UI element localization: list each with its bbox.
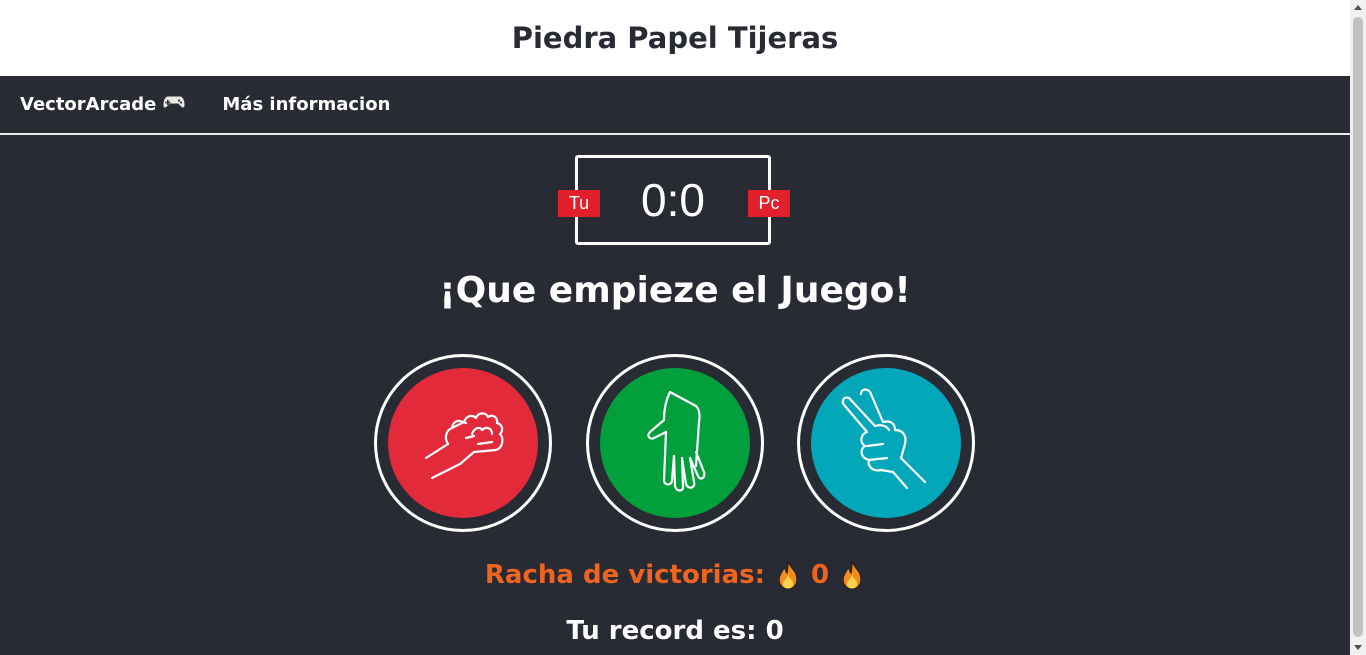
rock-circle [388,368,538,518]
win-streak: Racha de victorias: 0 [0,560,1350,590]
paper-button[interactable] [586,354,764,532]
pc-badge: Pc [748,190,790,217]
record-value: 0 [765,616,784,646]
peace-hand-icon [831,386,941,500]
page: Piedra Papel Tijeras VectorArcade Más in… [0,0,1350,655]
fire-icon [839,560,865,590]
scissors-circle [811,368,961,518]
scroll-thumb[interactable] [1353,17,1363,637]
scroll-down-icon[interactable] [1354,645,1362,650]
score-display: 0:0 [641,174,705,226]
scoreboard: Tu 0:0 Pc [558,155,790,245]
game-message: ¡Que empieze el Juego! [439,270,911,311]
scissors-button[interactable] [797,354,975,532]
gamepad-icon [162,94,186,115]
nav-brand-label: VectorArcade [20,94,157,115]
fire-icon [775,560,801,590]
nav-brand-link[interactable]: VectorArcade [20,94,186,115]
fist-icon [408,386,518,500]
player-badge: Tu [558,190,600,217]
open-hand-icon [620,386,730,500]
page-title: Piedra Papel Tijeras [511,21,839,55]
navbar: VectorArcade Más informacion [0,76,1350,135]
record: Tu record es: 0 [0,616,1350,646]
record-label: Tu record es: [566,616,757,646]
more-info-link[interactable]: Más informacion [222,94,390,115]
streak-value: 0 [811,560,830,590]
title-bar: Piedra Papel Tijeras [0,0,1350,76]
paper-circle [600,368,750,518]
rock-button[interactable] [374,354,552,532]
scroll-up-icon[interactable] [1354,5,1362,10]
vertical-scrollbar[interactable] [1350,0,1366,655]
streak-label: Racha de victorias: [484,560,765,590]
